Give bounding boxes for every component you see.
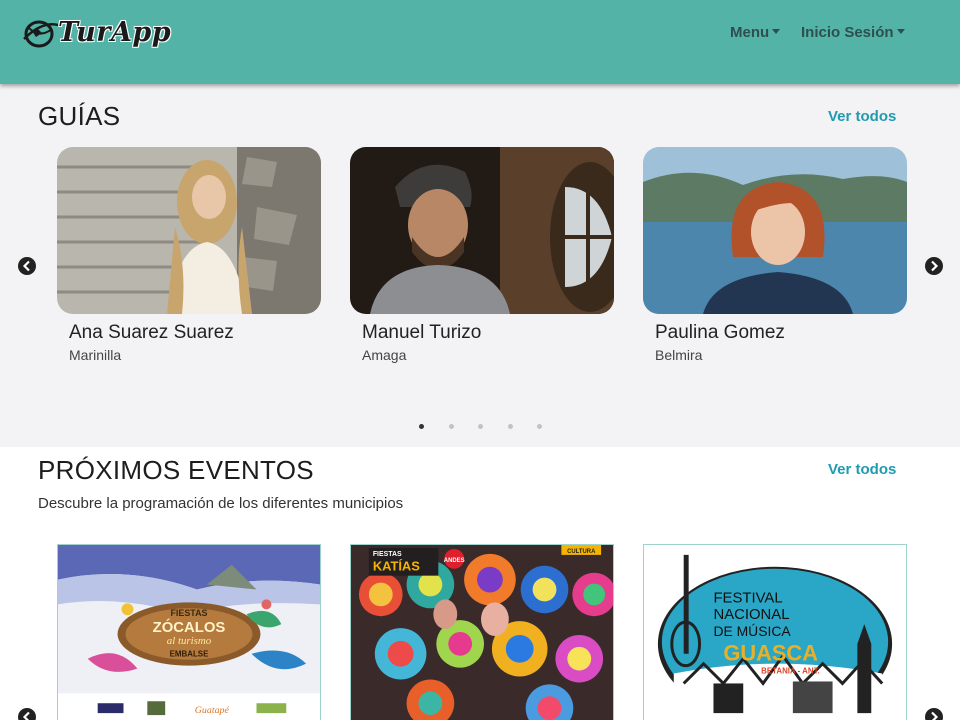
navbar: TurApp Menu Inicio Sesión [0, 0, 960, 84]
caret-down-icon [772, 29, 781, 34]
guide-town: Belmira [655, 347, 703, 363]
event-poster[interactable]: FESTIVAL NACIONAL DE MÚSICA GUASCA BETAN… [643, 544, 907, 720]
globe-logo-icon [23, 20, 59, 48]
guides-see-all-link[interactable]: Ver todos [828, 108, 896, 125]
app-logo[interactable]: TurApp [22, 14, 174, 52]
guides-next-button[interactable] [925, 257, 943, 275]
events-title: PRÓXIMOS EVENTOS [38, 455, 314, 485]
poster-text: DE MÚSICA [713, 623, 791, 639]
guide-photo[interactable] [57, 147, 321, 314]
guide-name: Manuel Turizo [362, 322, 482, 343]
guides-section: GUÍAS Ver todos Ana Suarez Suarez Marini… [0, 84, 960, 447]
event-poster[interactable]: FIESTAS ZÓCALOS al turismo EMBALSE Guata… [57, 544, 321, 720]
events-next-button[interactable] [925, 708, 943, 720]
guides-title: GUÍAS [38, 101, 121, 131]
poster-text: KATÍAS [373, 559, 420, 574]
nav-login-dropdown[interactable]: Inicio Sesión [801, 24, 905, 41]
poster-text: NACIONAL [713, 607, 789, 623]
poster-text: FIESTAS [170, 608, 207, 618]
chevron-left-icon [22, 260, 30, 272]
events-prev-button[interactable] [18, 708, 36, 720]
chevron-right-icon [931, 711, 939, 720]
events-see-all-link[interactable]: Ver todos [828, 461, 896, 478]
guides-prev-button[interactable] [18, 257, 36, 275]
poster-text: FESTIVAL [713, 590, 782, 606]
event-poster[interactable]: FIESTAS KATÍAS ANDES CULTURA [350, 544, 614, 720]
caret-down-icon [896, 29, 905, 34]
nav-menu-dropdown[interactable]: Menu [730, 24, 781, 41]
poster-text: al turismo [167, 635, 212, 647]
chevron-left-icon [22, 711, 30, 720]
nav-login-label: Inicio Sesión [801, 24, 894, 41]
guide-town: Amaga [362, 347, 407, 363]
guide-photo[interactable] [643, 147, 907, 314]
poster-text: BETANIA - ANT. [761, 667, 820, 676]
poster-text: ANDES [444, 558, 465, 564]
pager-dot[interactable] [449, 424, 454, 429]
events-subtitle: Descubre la programación de los diferent… [38, 495, 404, 512]
chevron-right-icon [931, 260, 939, 272]
guide-name: Ana Suarez Suarez [69, 322, 234, 343]
poster-text: Guatapé [195, 705, 230, 716]
nav-menu-label: Menu [730, 24, 770, 41]
poster-text: ZÓCALOS [153, 618, 226, 636]
events-section: PRÓXIMOS EVENTOS Ver todos Descubre la p… [0, 447, 960, 720]
pager-dot[interactable] [478, 424, 483, 429]
poster-text: FIESTAS [373, 551, 402, 558]
pager-dot[interactable] [537, 424, 542, 429]
poster-text: CULTURA [567, 549, 596, 555]
pager-dot[interactable] [508, 424, 513, 429]
guide-town: Marinilla [69, 347, 122, 363]
guide-name: Paulina Gomez [655, 322, 785, 343]
poster-text: EMBALSE [170, 650, 209, 659]
pager-dot[interactable] [419, 424, 424, 429]
logo-text: TurApp [58, 17, 172, 48]
guide-photo[interactable] [350, 147, 614, 314]
poster-text: GUASCA [723, 641, 818, 666]
